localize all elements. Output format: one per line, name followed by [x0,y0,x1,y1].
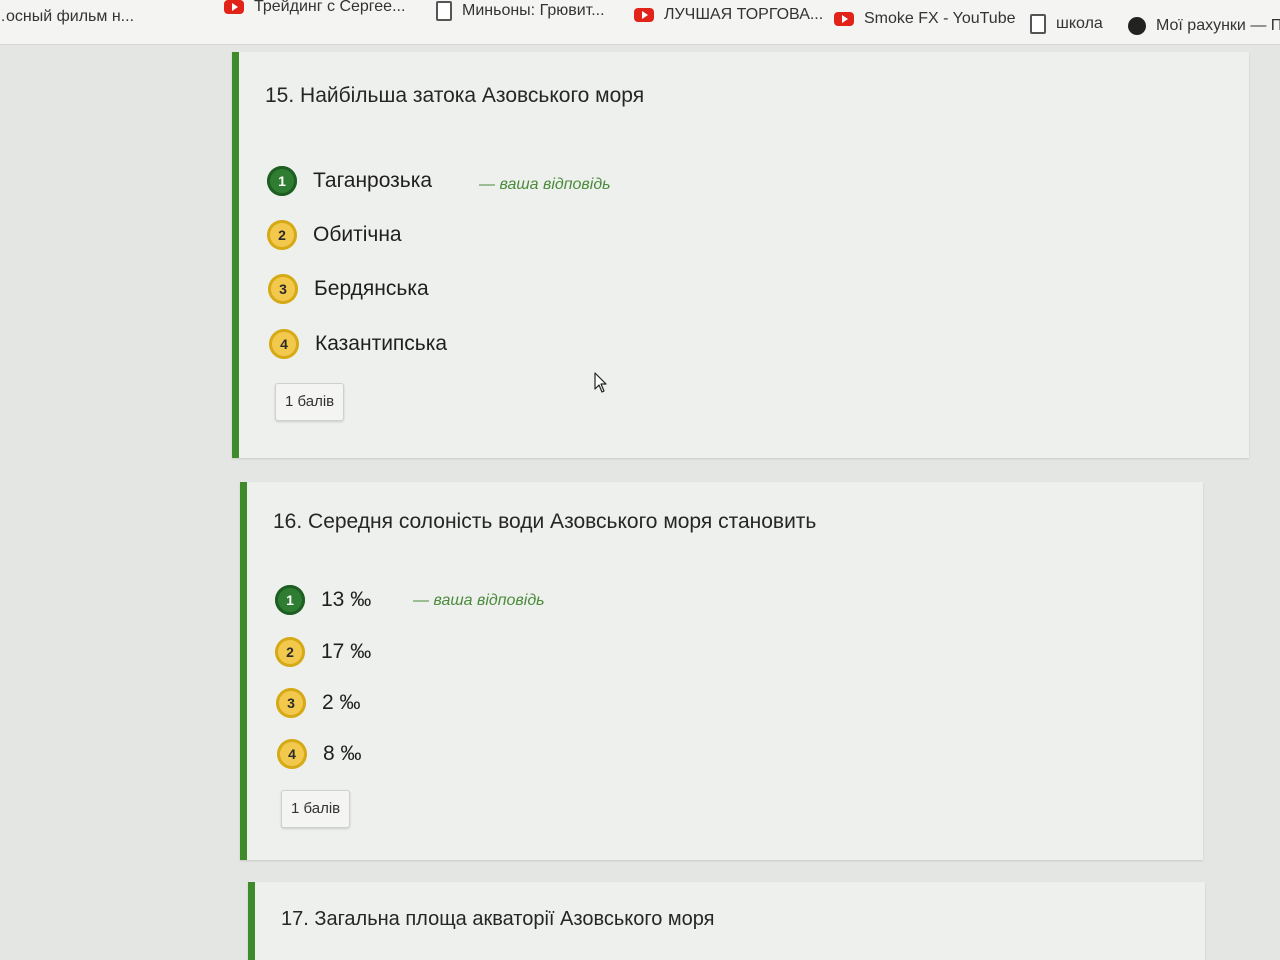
answer-option: 4 Казантипська [269,329,447,359]
option-number-badge: 4 [277,739,307,769]
bookmark-item[interactable]: школа [1030,9,1103,39]
mouse-cursor-icon [594,372,607,393]
question-title: 15. Найбільша затока Азовського моря [265,84,645,107]
question-card: 16. Середня солоність води Азовського мо… [240,482,1203,860]
option-text: 2 ‰ [322,691,361,714]
bookmarks-bar: …осный фильм н... Трейдинг с Сергее... М… [0,0,1280,45]
bookmark-label: Трейдинг с Сергее... [254,0,406,15]
question-title: 16. Середня солоність води Азовського мо… [273,510,817,533]
option-text: 8 ‰ [323,742,362,765]
answer-option: 1 Таганрозька [267,166,432,196]
answer-option: 1 13 ‰ [275,585,371,615]
bookmark-label: Мої рахунки — Пр [1156,17,1280,34]
bookmark-item[interactable]: Трейдинг с Сергее... [224,0,405,22]
your-answer-label: — ваша відповідь [413,592,545,609]
question-title: 17. Загальна площа акваторії Азовського … [281,908,715,930]
option-number-badge: 1 [275,585,305,615]
bookmark-item[interactable]: Миньоны: Грювит... [436,0,605,26]
option-number-badge: 3 [276,688,306,718]
option-number-badge: 3 [268,274,298,304]
bookmark-label: Smoke FX - YouTube [864,10,1016,27]
answer-option: 3 Бердянська [268,274,429,304]
youtube-icon [834,12,854,26]
bookmark-item[interactable]: Мої рахунки — Пр [1128,11,1280,41]
option-text: Казантипська [315,332,448,355]
bookmark-item[interactable]: ЛУЧШАЯ ТОРГОВА... [634,0,823,30]
option-number-badge: 2 [275,637,305,667]
option-text: Бердянська [314,277,429,300]
answer-option: 4 8 ‰ [277,739,362,769]
answer-option: 2 Обитічна [267,220,402,250]
youtube-icon [634,8,654,22]
answer-option: 2 17 ‰ [275,637,371,667]
youtube-icon [224,0,244,14]
bookmark-label: Миньоны: Грювит... [462,2,605,19]
option-text: 13 ‰ [321,588,372,611]
bookmark-label: ЛУЧШАЯ ТОРГОВА... [664,6,824,23]
bookmark-label: …осный фильм н... [0,8,135,25]
page-icon [1030,14,1046,34]
points-badge: 1 балів [275,383,345,421]
bookmark-label: школа [1056,15,1103,32]
page-icon [436,1,452,21]
bookmark-item[interactable]: …осный фильм н... [0,2,134,32]
account-icon [1128,17,1146,35]
answer-option: 3 2 ‰ [276,688,361,718]
option-text: Таганрозька [313,169,433,192]
question-card: 15. Найбільша затока Азовського моря 1 Т… [232,52,1249,458]
option-number-badge: 2 [267,220,297,250]
option-text: Обитічна [313,223,402,246]
question-card: 17. Загальна площа акваторії Азовського … [248,882,1205,960]
points-badge: 1 балів [281,790,351,828]
option-text: 17 ‰ [321,640,372,663]
option-number-badge: 1 [267,166,297,196]
bookmark-item[interactable]: Smoke FX - YouTube [834,4,1016,34]
option-number-badge: 4 [269,329,299,359]
your-answer-label: — ваша відповідь [479,176,611,193]
